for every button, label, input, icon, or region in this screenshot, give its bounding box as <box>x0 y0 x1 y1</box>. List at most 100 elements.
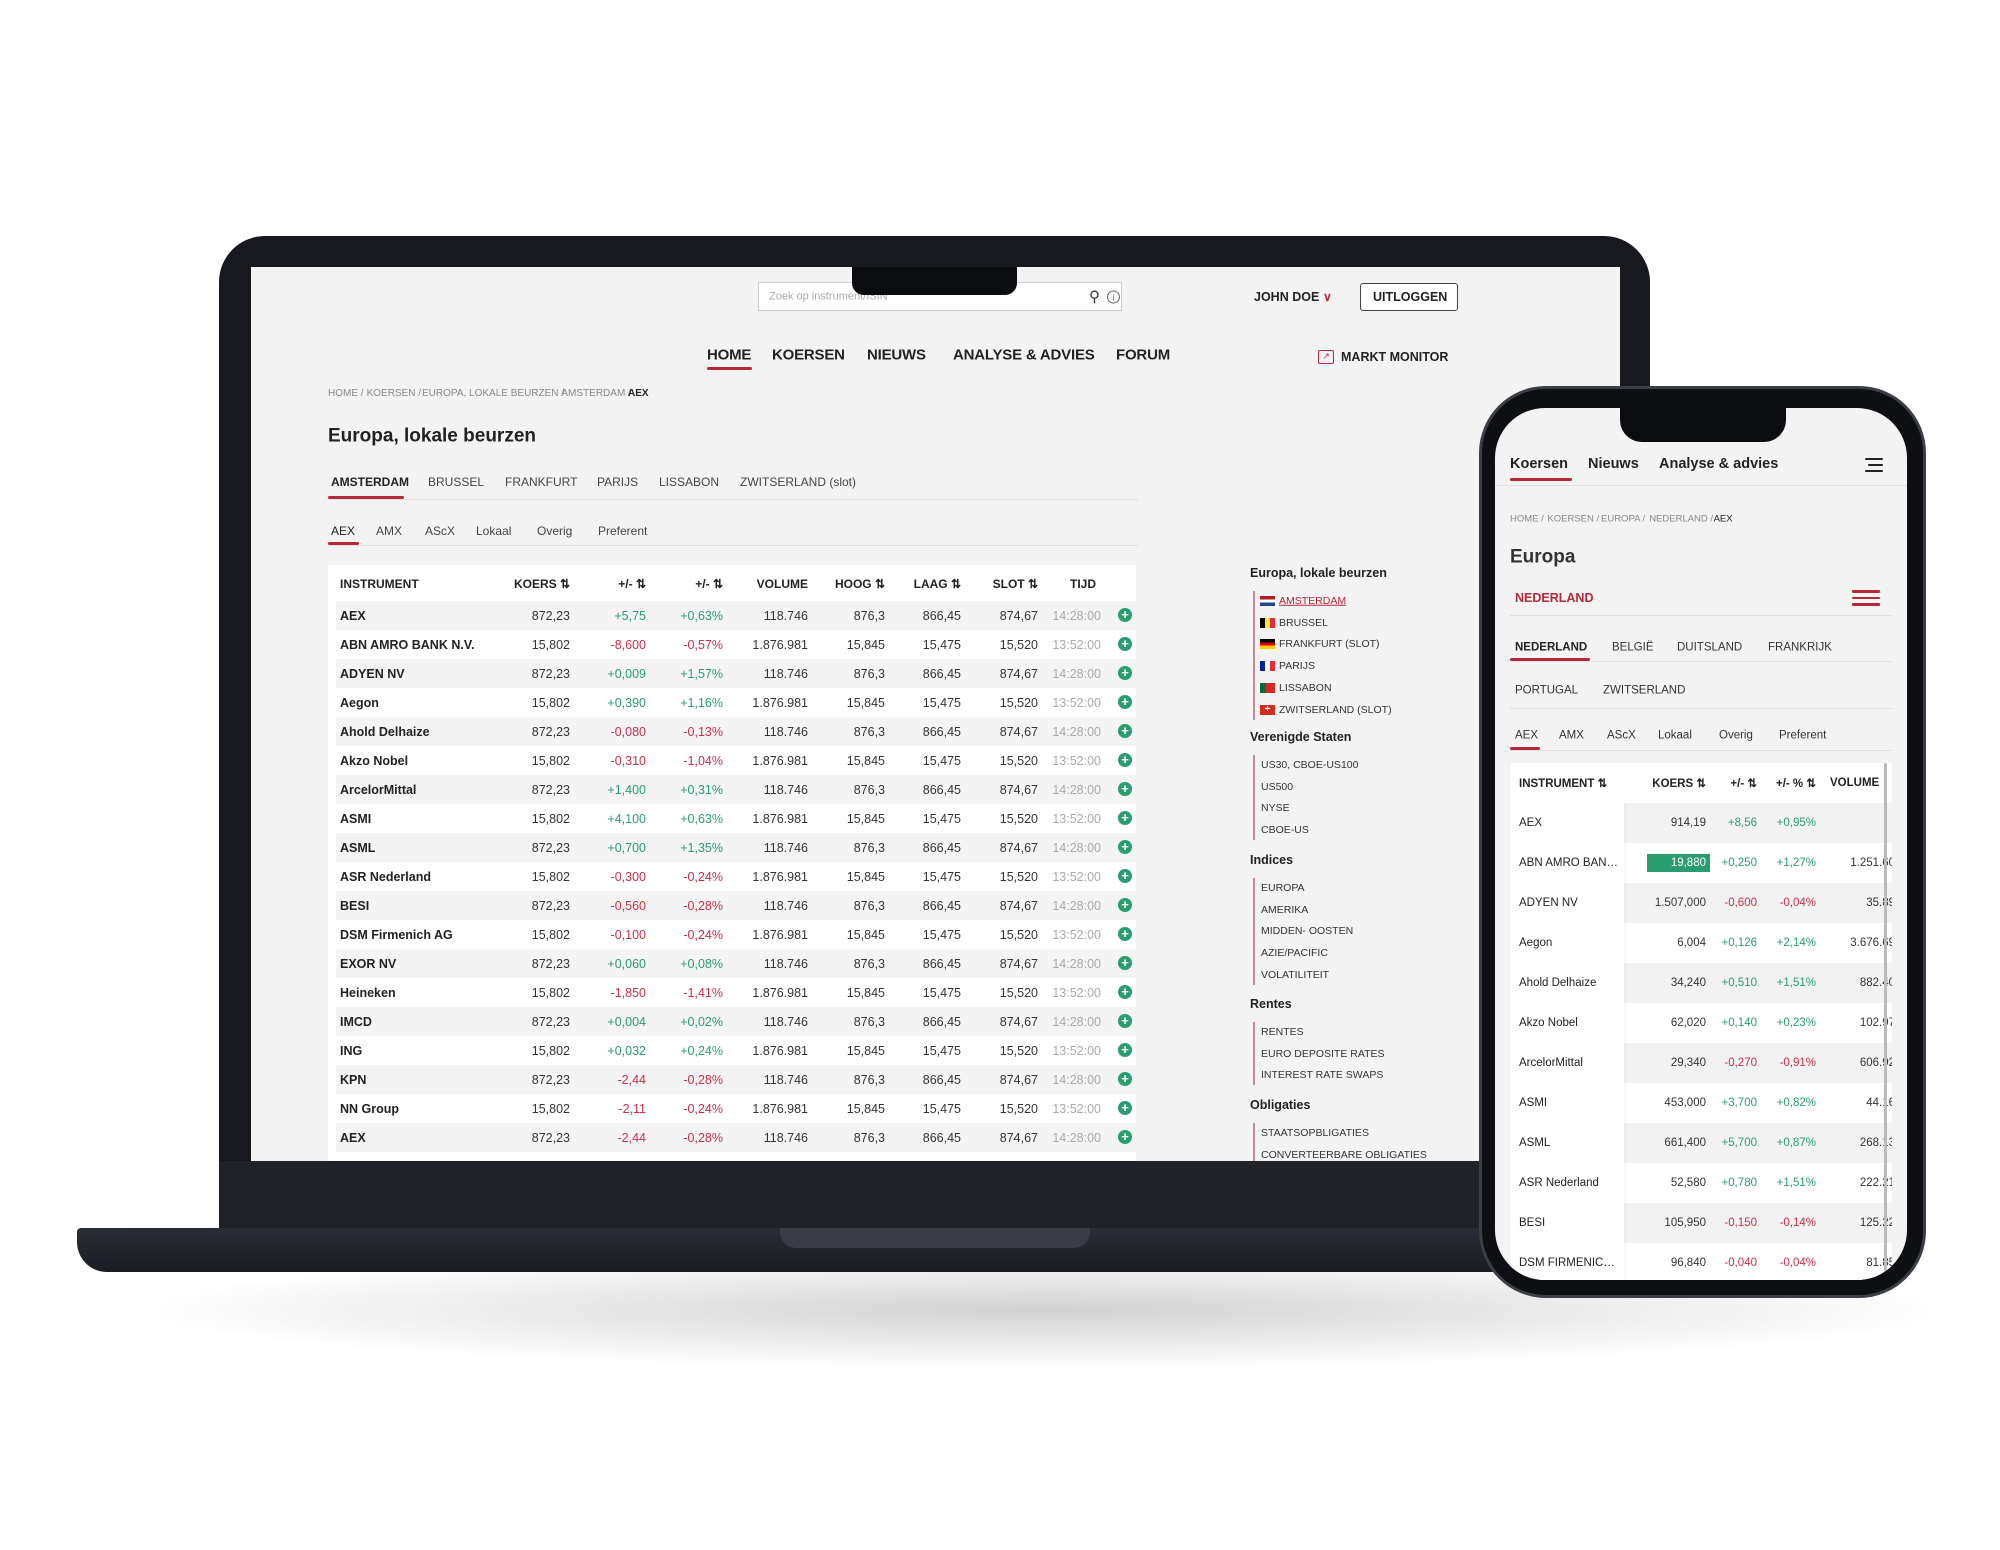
index-tab[interactable]: AScX <box>425 525 455 537</box>
sidebar-item[interactable]: PARIJS <box>1279 661 1315 672</box>
instrument-name[interactable]: ABN AMRO BANK N.V. <box>340 638 475 652</box>
sidebar-item[interactable]: EUROPA <box>1261 883 1305 894</box>
table-row[interactable]: Aegon 15,802 +0,390 +1,16% 1.876.981 15,845 15… <box>336 688 1136 717</box>
instrument-name[interactable]: ASR Nederland <box>1519 1177 1599 1189</box>
market-tab[interactable]: LISSABON <box>659 476 719 488</box>
breadcrumb-item[interactable]: KOERSEN / <box>367 389 421 399</box>
nav-home[interactable]: HOME <box>707 348 751 363</box>
table-row[interactable]: Ahold Delhaize 872,23 -0,080 -0,13% 118.746 8… <box>336 717 1136 746</box>
sidebar-item[interactable]: NYSE <box>1261 803 1290 814</box>
column-header[interactable]: HOOG ⇅ <box>835 577 885 591</box>
column-header[interactable]: KOERS ⇅ <box>514 577 570 591</box>
market-tab[interactable]: FRANKFURT <box>505 476 577 488</box>
market-tab[interactable]: BRUSSEL <box>428 476 484 488</box>
add-watchlist-icon[interactable]: + <box>1118 1014 1132 1028</box>
instrument-name[interactable]: Ahold Delhaize <box>340 725 430 739</box>
breadcrumb-item[interactable]: EUROPA / <box>1601 514 1645 524</box>
index-tab[interactable]: Preferent <box>598 525 647 537</box>
add-watchlist-icon[interactable]: + <box>1118 637 1132 651</box>
instrument-name[interactable]: BESI <box>1519 1217 1545 1229</box>
table-row[interactable]: NN Group 15,802 -2,11 -0,24% 1.876.981 15,845… <box>336 1094 1136 1123</box>
nav-forum[interactable]: FORUM <box>1116 348 1170 363</box>
sidebar-item[interactable]: MIDDEN- OOSTEN <box>1261 926 1353 937</box>
instrument-name[interactable]: Akzo Nobel <box>1519 1017 1578 1029</box>
table-row[interactable]: Akzo Nobel 62,020 +0,140 +0,23% 102.97 <box>1510 1003 1892 1043</box>
column-header[interactable]: +/- ⇅ <box>618 577 646 591</box>
country-tab[interactable]: DUITSLAND <box>1677 642 1742 654</box>
instrument-name[interactable]: ArcelorMittal <box>340 783 416 797</box>
instrument-name[interactable]: AEX <box>340 609 366 623</box>
table-row[interactable]: Akzo Nobel 15,802 -0,310 -1,04% 1.876.981 15,… <box>336 746 1136 775</box>
region-selector[interactable]: NEDERLAND <box>1515 592 1593 605</box>
instrument-name[interactable]: ASR Nederland <box>340 870 431 884</box>
instrument-name[interactable]: ASMI <box>340 812 371 826</box>
sidebar-item[interactable]: CBOE-US <box>1261 825 1309 836</box>
mobile-nav-analyse[interactable]: Analyse & advies <box>1659 457 1778 472</box>
index-tab[interactable]: AMX <box>376 525 402 537</box>
instrument-name[interactable]: ASML <box>340 841 375 855</box>
instrument-name[interactable]: KPN <box>340 1073 366 1087</box>
table-row[interactable]: KPN 872,23 -2,44 -0,28% 118.746 876,3 866,45 87… <box>336 1065 1136 1094</box>
instrument-name[interactable]: AEX <box>1519 817 1542 829</box>
search-icon[interactable]: ⚲ <box>1089 290 1100 305</box>
breadcrumb-item[interactable]: EUROPA, LOKALE BEURZEN / <box>422 389 564 399</box>
column-header[interactable]: KOERS ⇅ <box>1652 776 1706 790</box>
column-header[interactable]: VOLUME <box>1830 777 1879 789</box>
column-header[interactable]: +/- ⇅ <box>1730 776 1757 790</box>
table-row[interactable]: ADYEN NV 872,23 +0,009 +1,57% 118.746 876,3 86… <box>336 659 1136 688</box>
index-tab[interactable]: Overig <box>537 525 572 537</box>
mobile-nav-koersen[interactable]: Koersen <box>1510 457 1568 472</box>
instrument-name[interactable]: ADYEN NV <box>340 667 405 681</box>
table-row[interactable]: DSM FIRMENIC… 96,840 -0,040 -0,04% 81.85 <box>1510 1243 1892 1280</box>
sidebar-item[interactable]: US30, CBOE-US100 <box>1261 760 1358 771</box>
country-tab[interactable]: PORTUGAL <box>1515 685 1578 697</box>
nav-nieuws[interactable]: NIEUWS <box>867 348 926 363</box>
sidebar-item[interactable]: CONVERTEERBARE OBLIGATIES <box>1261 1149 1427 1160</box>
sidebar-item[interactable]: EURO DEPOSITE RATES <box>1261 1048 1385 1059</box>
instrument-name[interactable]: NN Group <box>340 1102 399 1116</box>
market-tab[interactable]: AMSTERDAM <box>331 476 409 488</box>
add-watchlist-icon[interactable]: + <box>1118 840 1132 854</box>
instrument-name[interactable]: DSM Firmenich AG <box>340 928 453 942</box>
info-icon[interactable]: i <box>1107 290 1120 304</box>
table-row[interactable]: ADYEN NV 1.507,000 -0,600 -0,04% 35.89 <box>1510 883 1892 923</box>
table-row[interactable]: ASML 661,400 +5,700 +0,87% 268.13 <box>1510 1123 1892 1163</box>
table-row[interactable]: ING 15,802 +0,032 +0,24% 1.876.981 15,845 15,4… <box>336 1036 1136 1065</box>
add-watchlist-icon[interactable]: + <box>1118 1130 1132 1144</box>
column-header[interactable]: +/- % ⇅ <box>1776 776 1816 790</box>
market-tab[interactable]: ZWITSERLAND (slot) <box>740 476 856 488</box>
breadcrumb-item[interactable]: HOME / <box>1510 514 1544 524</box>
table-row[interactable]: ABN AMRO BAN… 19,880 +0,250 +1,27% 1.251.60 <box>1510 843 1892 883</box>
table-row[interactable]: AEX 914,19 +8,56 +0,95% <box>1510 803 1892 843</box>
instrument-name[interactable]: ASML <box>1519 1137 1550 1149</box>
column-header[interactable]: LAAG ⇅ <box>914 577 961 591</box>
instrument-name[interactable]: ASMI <box>1519 1097 1547 1109</box>
add-watchlist-icon[interactable]: + <box>1118 1043 1132 1057</box>
index-tab[interactable]: AScX <box>1607 730 1636 742</box>
instrument-name[interactable]: Akzo Nobel <box>340 754 408 768</box>
country-tab[interactable]: NEDERLAND <box>1515 642 1587 654</box>
column-header[interactable]: +/- ⇅ <box>695 577 723 591</box>
table-row[interactable]: AEX 872,23 -2,44 -0,28% 118.746 876,3 866,45 87… <box>336 1123 1136 1152</box>
table-row[interactable]: ASR Nederland 52,580 +0,780 +1,51% 222.21 <box>1510 1163 1892 1203</box>
instrument-name[interactable]: Aegon <box>340 696 379 710</box>
breadcrumb-item[interactable]: HOME / <box>328 389 364 399</box>
country-tab[interactable]: ZWITSERLAND <box>1603 685 1685 697</box>
table-row[interactable]: Ahold Delhaize 34,240 +0,510 +1,51% 882.40 <box>1510 963 1892 1003</box>
sidebar-item[interactable]: RENTES <box>1261 1027 1304 1038</box>
country-tab[interactable]: BELGIË <box>1612 642 1654 654</box>
monitor-icon[interactable]: ↗ <box>1318 350 1334 364</box>
add-watchlist-icon[interactable]: + <box>1118 927 1132 941</box>
add-watchlist-icon[interactable]: + <box>1118 869 1132 883</box>
sidebar-item[interactable]: ZWITSERLAND (SLOT) <box>1279 704 1392 715</box>
breadcrumb-item[interactable]: NEDERLAND / <box>1649 514 1713 524</box>
table-row[interactable]: ABN AMRO BANK N.V. 15,802 -8,600 -0,57% 1.87… <box>336 630 1136 659</box>
sidebar-item[interactable]: FRANKFURT (SLOT) <box>1279 639 1380 650</box>
sidebar-item[interactable]: AMERIKA <box>1261 904 1308 915</box>
nav-analyse-advies[interactable]: ANALYSE & ADVIES <box>953 348 1095 363</box>
add-watchlist-icon[interactable]: + <box>1118 724 1132 738</box>
sidebar-item[interactable]: LISSABON <box>1279 683 1332 694</box>
breadcrumb-item[interactable]: KOERSEN / <box>1547 514 1599 524</box>
table-row[interactable]: ASMI 15,802 +4,100 +0,63% 1.876.981 15,845 15,… <box>336 804 1136 833</box>
instrument-name[interactable]: DSM FIRMENIC… <box>1519 1257 1615 1269</box>
